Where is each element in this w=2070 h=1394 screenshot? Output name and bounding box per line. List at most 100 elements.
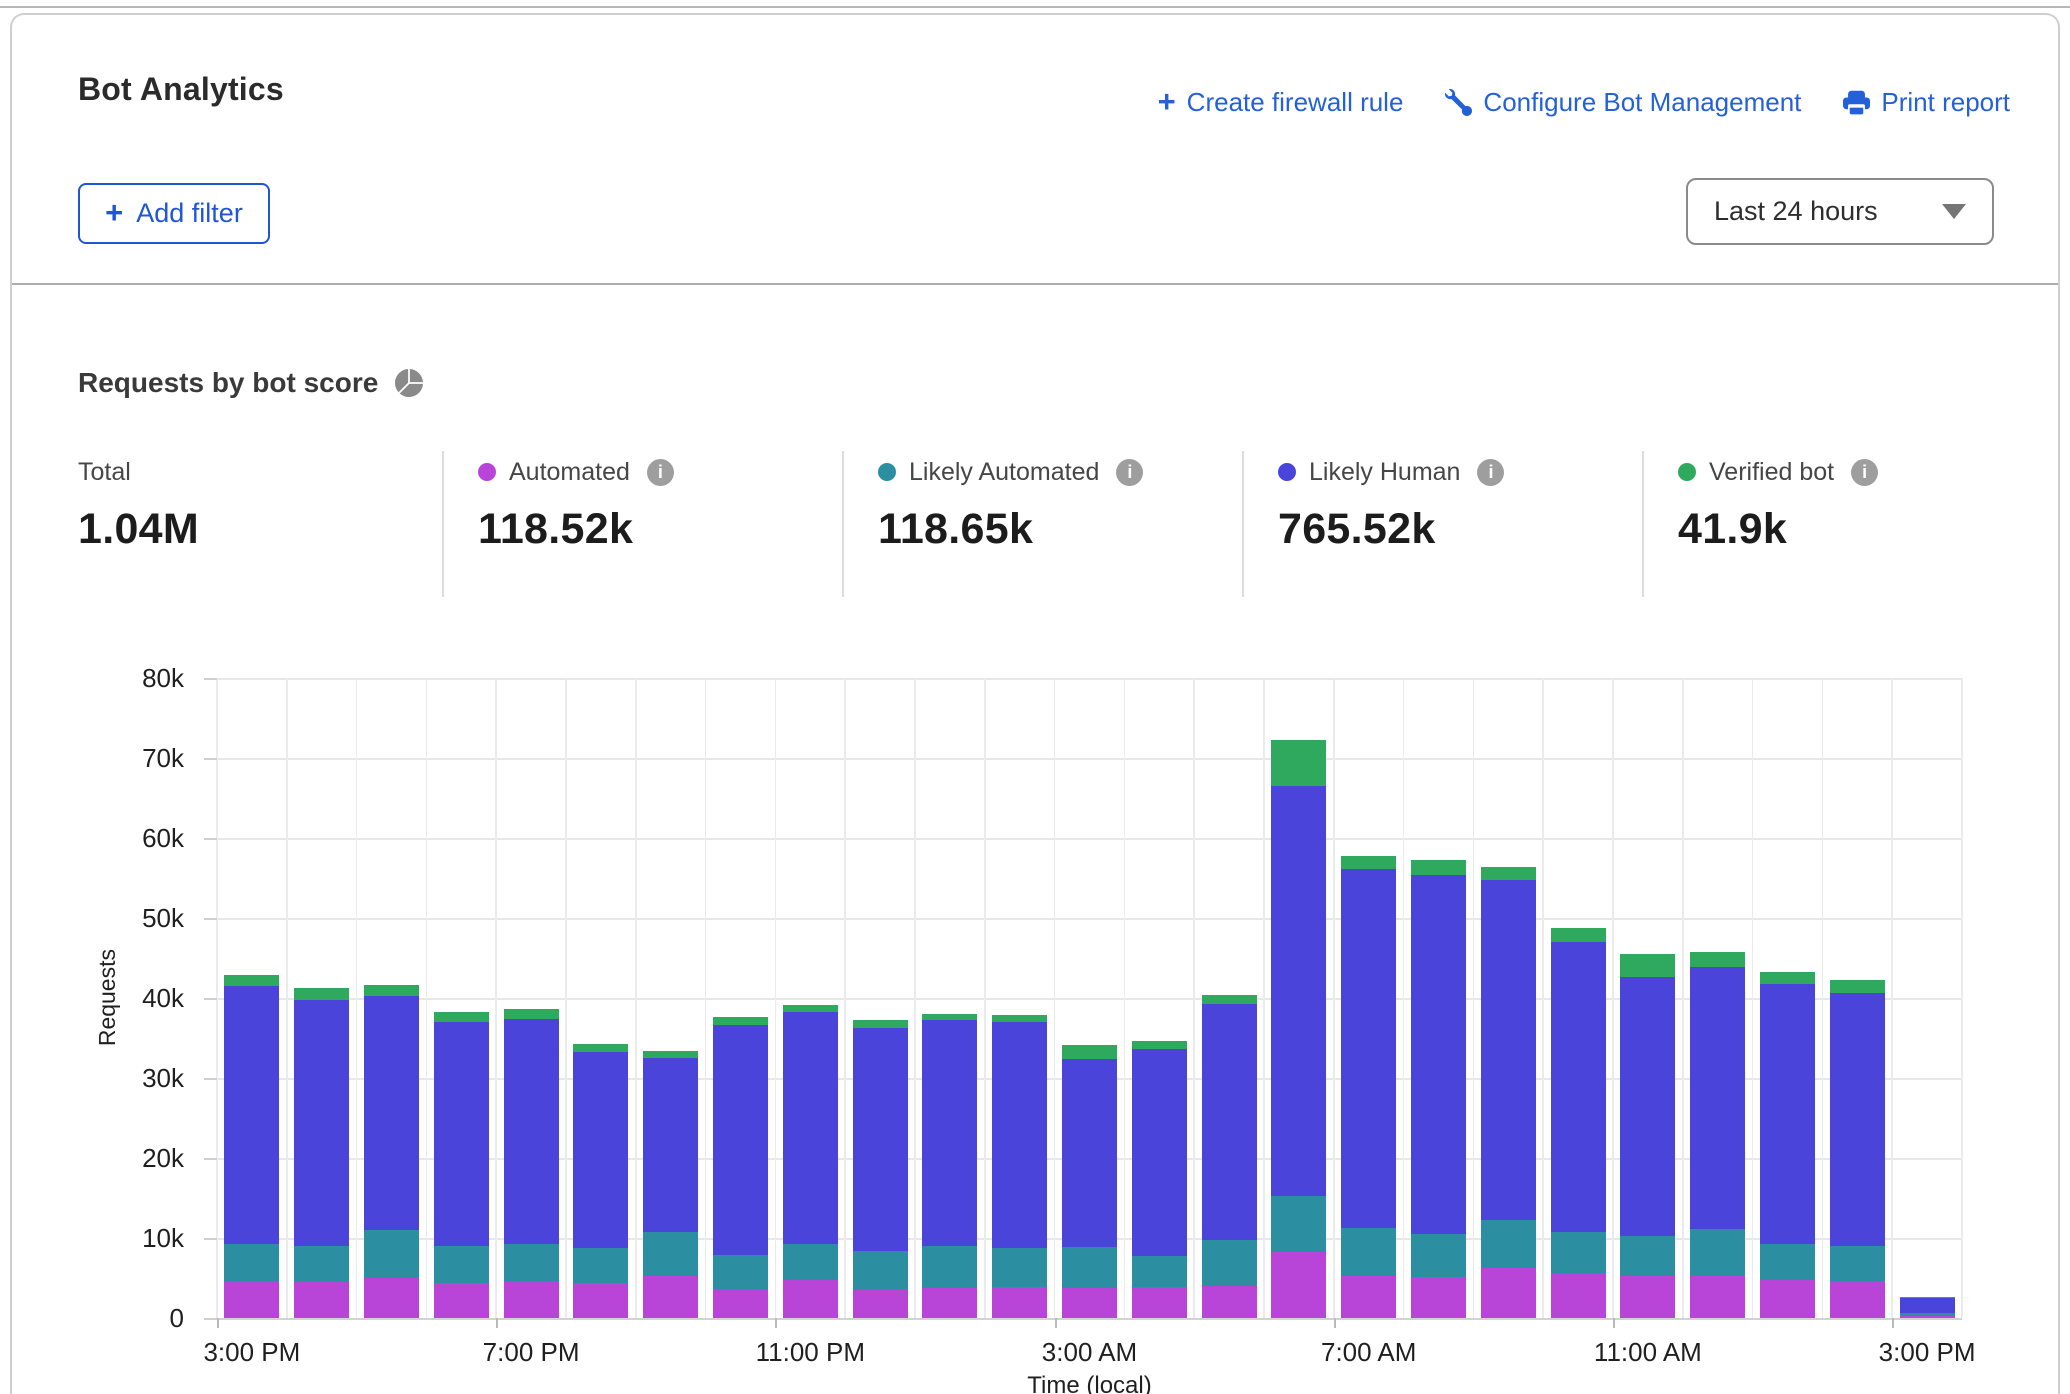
header-actions: + Create firewall rule Configure Bot Man… — [1158, 87, 2010, 118]
bar-segment-automated — [853, 1290, 908, 1318]
info-icon[interactable]: i — [1116, 459, 1143, 486]
gridline-v — [426, 678, 428, 1318]
x-tick-label: 7:00 PM — [483, 1337, 580, 1368]
print-report-link[interactable]: Print report — [1843, 87, 2010, 118]
bar-segment-likely-automated — [1062, 1247, 1117, 1288]
x-tick-label: 3:00 PM — [203, 1337, 300, 1368]
bar-segment-likely-automated — [1760, 1244, 1815, 1280]
bar-segment-likely-human — [1271, 786, 1326, 1196]
page-title: Bot Analytics — [78, 71, 284, 108]
gridline-v — [1403, 678, 1405, 1318]
bar-segment-automated — [1620, 1276, 1675, 1318]
bar-segment-automated — [434, 1283, 489, 1318]
stat-total: Total 1.04M — [78, 455, 428, 554]
y-tick-mark — [204, 758, 217, 760]
bar-segment-likely-automated — [1271, 1196, 1326, 1252]
plot-area — [217, 678, 1962, 1318]
stat-verified-bot: Verified bot i 41.9k — [1678, 455, 2028, 554]
bar-segment-likely-human — [294, 1000, 349, 1246]
gridline-v — [1193, 678, 1195, 1318]
gridline-v — [1612, 678, 1614, 1318]
bar-segment-automated — [364, 1278, 419, 1318]
info-icon[interactable]: i — [1477, 459, 1504, 486]
x-tick-label: 3:00 AM — [1042, 1337, 1137, 1368]
bar-segment-verified-bot — [1481, 867, 1536, 881]
bar-segment-verified-bot — [1830, 980, 1885, 994]
bar-segment-likely-automated — [364, 1230, 419, 1278]
bar-segment-likely-automated — [1830, 1246, 1885, 1281]
gridline-h — [217, 1318, 1962, 1320]
configure-bot-management-link[interactable]: Configure Bot Management — [1445, 87, 1801, 118]
stat-automated-value: 118.52k — [478, 505, 828, 554]
y-tick-label: 70k — [82, 743, 184, 774]
bar-segment-likely-automated — [922, 1246, 977, 1288]
create-firewall-rule-link[interactable]: + Create firewall rule — [1158, 87, 1404, 118]
add-filter-button[interactable]: + Add filter — [78, 183, 270, 244]
bar-segment-verified-bot — [364, 985, 419, 996]
bar-segment-likely-human — [992, 1022, 1047, 1248]
x-tick-mark — [1613, 1318, 1615, 1328]
x-axis-title: Time (local) — [217, 1372, 1962, 1394]
bar-segment-verified-bot — [1062, 1045, 1117, 1059]
stat-likely-human-label: Likely Human — [1309, 458, 1460, 487]
bar-segment-verified-bot — [643, 1051, 698, 1058]
gridline-h — [217, 918, 1962, 920]
bar-segment-automated — [1062, 1288, 1117, 1318]
gridline-v — [705, 678, 707, 1318]
y-tick-mark — [204, 1318, 217, 1320]
bar-segment-likely-automated — [1620, 1236, 1675, 1275]
bar-segment-likely-automated — [434, 1246, 489, 1283]
section-title: Requests by bot score — [78, 367, 423, 399]
y-tick-mark — [204, 838, 217, 840]
bar-segment-verified-bot — [992, 1015, 1047, 1022]
pie-chart-icon — [395, 369, 423, 397]
bar-segment-likely-human — [713, 1025, 768, 1255]
time-range-select[interactable]: Last 24 hours — [1686, 178, 1994, 245]
time-range-value: Last 24 hours — [1714, 196, 1878, 227]
gridline-v — [1263, 678, 1265, 1318]
gridline-v — [844, 678, 846, 1318]
verified-bot-legend-dot — [1678, 463, 1696, 481]
bar-segment-automated — [573, 1283, 628, 1318]
y-tick-label: 0 — [82, 1303, 184, 1334]
bar-segment-automated — [1271, 1252, 1326, 1318]
create-firewall-rule-label: Create firewall rule — [1187, 87, 1404, 118]
gridline-v — [914, 678, 916, 1318]
bar-segment-likely-automated — [1690, 1229, 1745, 1276]
bot-analytics-card: Bot Analytics + Create firewall rule Con… — [10, 13, 2060, 1394]
bar-segment-likely-human — [1551, 942, 1606, 1232]
gridline-v — [1752, 678, 1754, 1318]
bar-segment-likely-automated — [1132, 1256, 1187, 1287]
bar-segment-verified-bot — [1271, 740, 1326, 786]
bar-segment-likely-human — [783, 1012, 838, 1243]
bar-segment-verified-bot — [224, 975, 279, 986]
x-tick-mark — [1055, 1318, 1057, 1328]
gridline-v — [565, 678, 567, 1318]
stat-likely-automated-label: Likely Automated — [909, 458, 1099, 487]
bar-segment-automated — [1411, 1277, 1466, 1318]
bar-segment-automated — [1760, 1280, 1815, 1318]
stat-verified-bot-label: Verified bot — [1709, 458, 1834, 487]
bar-segment-verified-bot — [1341, 856, 1396, 869]
bar-segment-verified-bot — [1620, 954, 1675, 977]
info-icon[interactable]: i — [1851, 459, 1878, 486]
automated-legend-dot — [478, 463, 496, 481]
bar-segment-verified-bot — [853, 1020, 908, 1029]
info-icon[interactable]: i — [647, 459, 674, 486]
x-tick-mark — [217, 1318, 219, 1328]
chart: Requests Time (local) 80k70k60k50k40k30k… — [82, 655, 2012, 1394]
bar-segment-likely-human — [1341, 869, 1396, 1228]
stat-automated: Automated i 118.52k — [478, 455, 828, 554]
bar-segment-automated — [1690, 1276, 1745, 1318]
stat-divider — [1642, 451, 1644, 597]
gridline-h — [217, 758, 1962, 760]
gridline-v — [1891, 678, 1893, 1318]
bar-segment-likely-human — [1690, 967, 1745, 1229]
bar-segment-likely-automated — [1411, 1234, 1466, 1277]
bar-segment-verified-bot — [573, 1044, 628, 1052]
gridline-v — [775, 678, 777, 1318]
stat-automated-label: Automated — [509, 458, 630, 487]
gridline-v — [1333, 678, 1335, 1318]
gridline-h — [217, 678, 1962, 680]
bar-segment-likely-human — [364, 996, 419, 1230]
